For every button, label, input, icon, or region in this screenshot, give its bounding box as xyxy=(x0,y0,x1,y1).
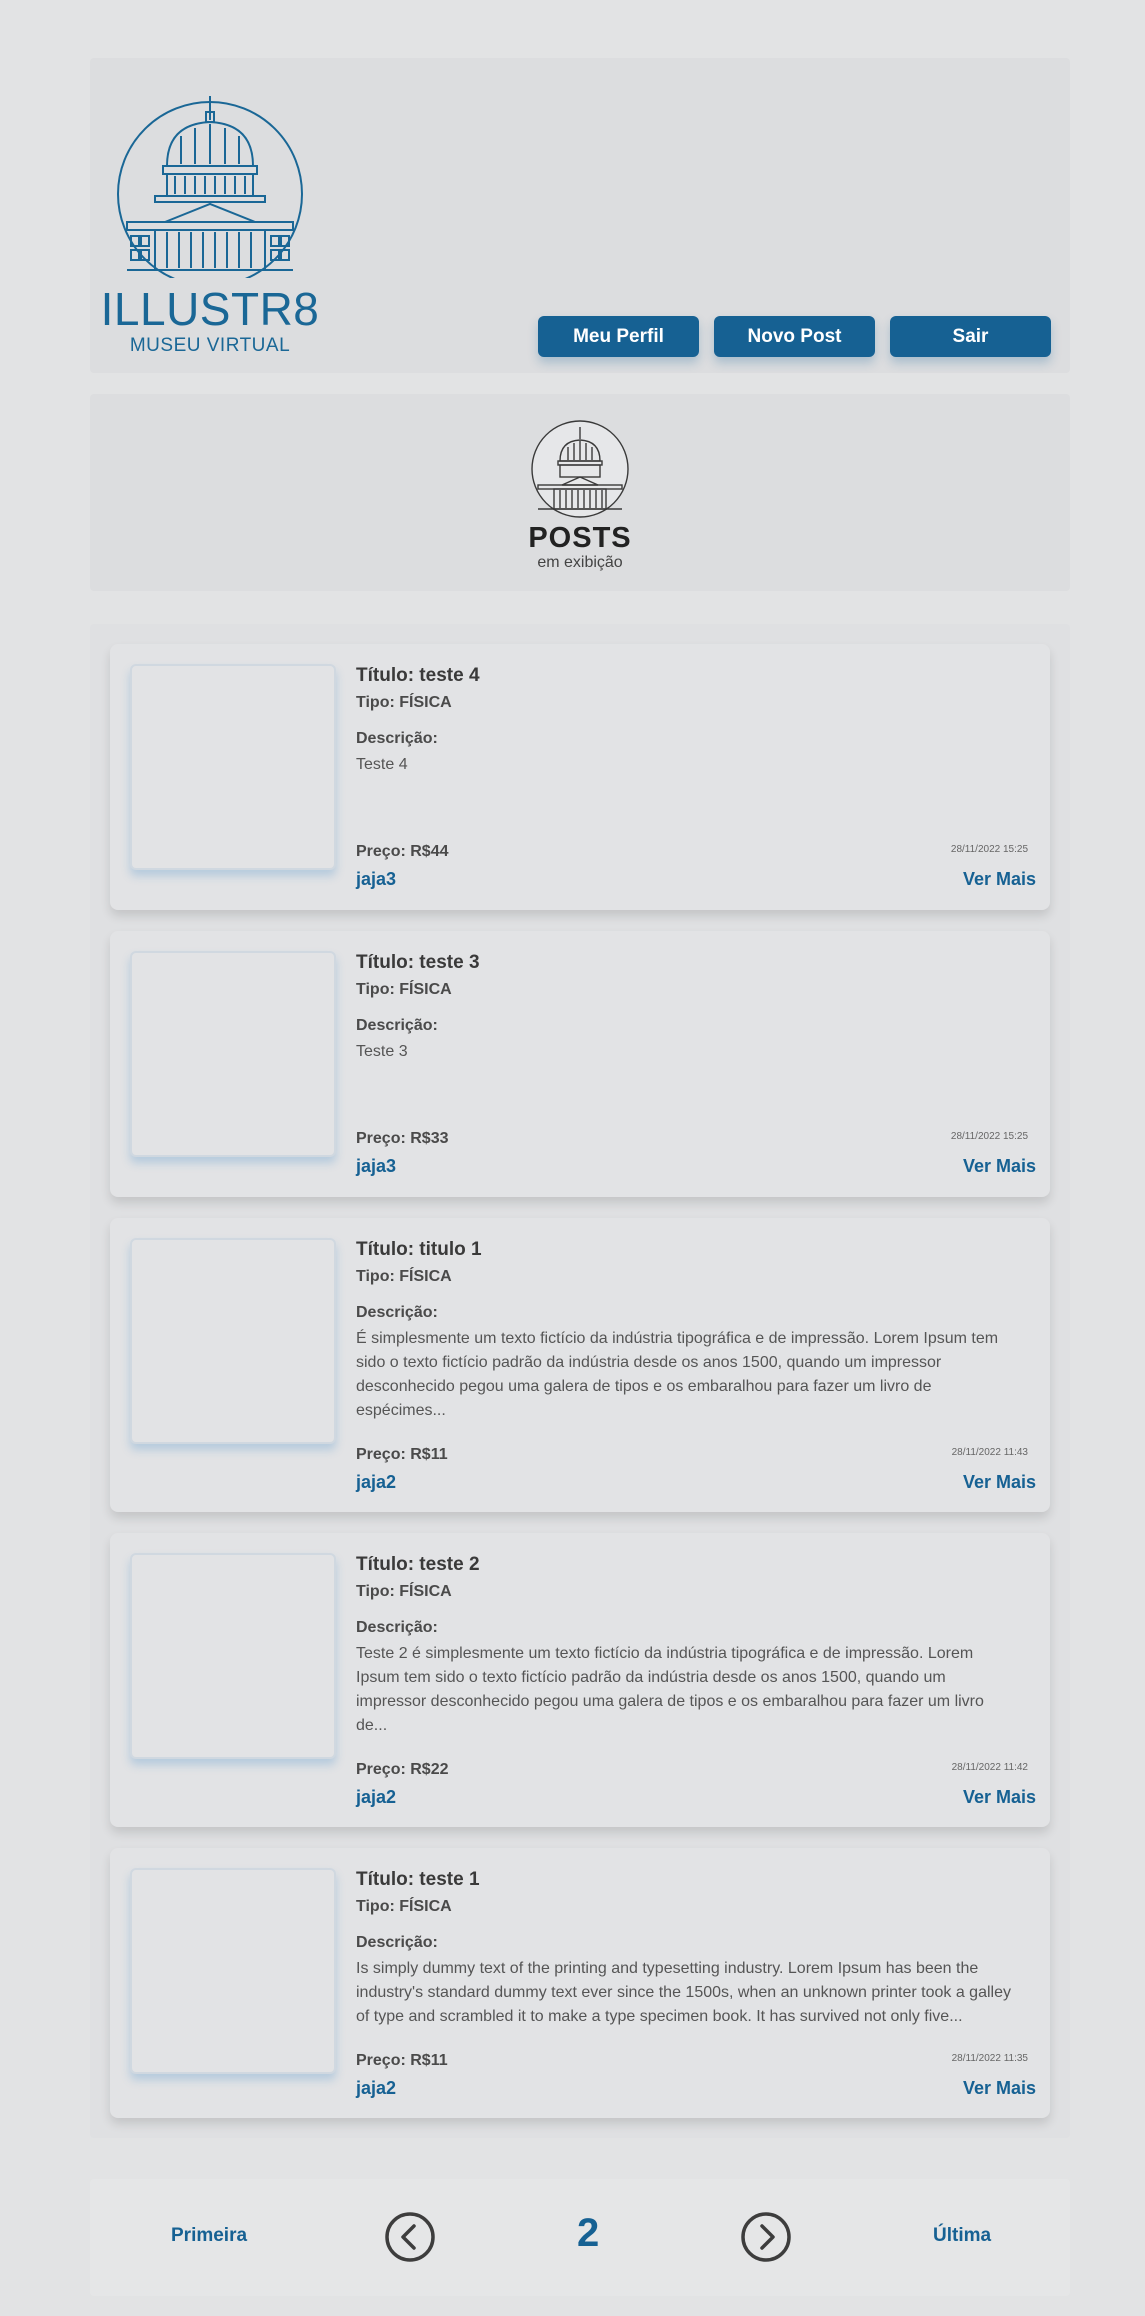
post-date: 28/11/2022 15:25 xyxy=(950,1131,1028,1142)
post-type: Tipo: FÍSICA xyxy=(356,981,452,998)
capitol-emblem-icon xyxy=(531,420,629,518)
new-post-button[interactable]: Novo Post xyxy=(714,316,875,357)
post-image[interactable] xyxy=(130,951,336,1157)
first-page-link[interactable]: Primeira xyxy=(171,2225,247,2247)
brand-name: ILLUSTR8 xyxy=(100,283,320,335)
posts-list: Título: teste 4 Tipo: FÍSICA Descrição: … xyxy=(90,624,1070,2138)
post-title: Título: titulo 1 xyxy=(356,1239,482,1260)
post-description: Teste 2 é simplesmente um texto fictício… xyxy=(356,1645,984,1734)
post-description: Teste 3 xyxy=(356,1043,408,1060)
post-date: 28/11/2022 11:35 xyxy=(951,2053,1028,2064)
post-price: Preço: R$11 xyxy=(356,1446,448,1463)
post-date: 28/11/2022 11:42 xyxy=(951,1762,1028,1773)
posts-banner: POSTS em exibição xyxy=(90,394,1070,591)
post-description: Teste 4 xyxy=(356,756,408,773)
post-card: Título: teste 4 Tipo: FÍSICA Descrição: … xyxy=(110,644,1050,910)
post-author-link[interactable]: jaja3 xyxy=(356,1156,396,1177)
chevron-left-icon[interactable] xyxy=(384,2211,436,2263)
post-author-link[interactable]: jaja2 xyxy=(356,1472,396,1493)
page-title: POSTS xyxy=(528,522,632,554)
post-image[interactable] xyxy=(130,1238,336,1444)
post-price: Preço: R$11 xyxy=(356,2052,448,2069)
post-image[interactable] xyxy=(130,664,336,870)
post-author-link[interactable]: jaja2 xyxy=(356,2078,396,2099)
see-more-link[interactable]: Ver Mais xyxy=(963,1156,1036,1177)
post-title: Título: teste 1 xyxy=(356,1869,480,1890)
post-description-label: Descrição: xyxy=(356,1934,438,1951)
see-more-link[interactable]: Ver Mais xyxy=(963,2078,1036,2099)
post-date: 28/11/2022 15:25 xyxy=(950,844,1028,855)
post-description: É simplesmente um texto fictício da indú… xyxy=(356,1330,999,1419)
post-description-label: Descrição: xyxy=(356,1619,438,1636)
post-card: Título: titulo 1 Tipo: FÍSICA Descrição:… xyxy=(110,1218,1050,1512)
post-title: Título: teste 4 xyxy=(356,665,480,686)
post-type: Tipo: FÍSICA xyxy=(356,1898,452,1915)
post-description-label: Descrição: xyxy=(356,1304,438,1321)
chevron-right-icon[interactable] xyxy=(740,2211,792,2263)
post-image[interactable] xyxy=(130,1868,336,2074)
see-more-link[interactable]: Ver Mais xyxy=(963,1472,1036,1493)
post-title: Título: teste 2 xyxy=(356,1554,480,1575)
last-page-link[interactable]: Última xyxy=(933,2225,991,2247)
post-price: Preço: R$22 xyxy=(356,1761,449,1778)
post-description: Is simply dummy text of the printing and… xyxy=(356,1960,1011,2025)
see-more-link[interactable]: Ver Mais xyxy=(963,1787,1036,1808)
capitol-logo-icon xyxy=(117,96,303,278)
post-author-link[interactable]: jaja3 xyxy=(356,869,396,890)
profile-button[interactable]: Meu Perfil xyxy=(538,316,699,357)
post-author-link[interactable]: jaja2 xyxy=(356,1787,396,1808)
post-type: Tipo: FÍSICA xyxy=(356,1583,452,1600)
post-card: Título: teste 2 Tipo: FÍSICA Descrição: … xyxy=(110,1533,1050,1827)
post-image[interactable] xyxy=(130,1553,336,1759)
logout-button[interactable]: Sair xyxy=(890,316,1051,357)
post-price: Preço: R$44 xyxy=(356,843,449,860)
see-more-link[interactable]: Ver Mais xyxy=(963,869,1036,890)
post-date: 28/11/2022 11:43 xyxy=(951,1447,1028,1458)
post-price: Preço: R$33 xyxy=(356,1130,449,1147)
header: ILLUSTR8 MUSEU VIRTUAL Meu Perfil Novo P… xyxy=(90,58,1070,373)
brand-subtitle: MUSEU VIRTUAL xyxy=(129,335,291,356)
post-card: Título: teste 1 Tipo: FÍSICA Descrição: … xyxy=(110,1848,1050,2118)
post-card: Título: teste 3 Tipo: FÍSICA Descrição: … xyxy=(110,931,1050,1197)
pagination: Primeira 2 Última xyxy=(90,2179,1070,2296)
post-description-label: Descrição: xyxy=(356,730,438,747)
page-subtitle: em exibição xyxy=(537,554,623,571)
post-description-label: Descrição: xyxy=(356,1017,438,1034)
post-type: Tipo: FÍSICA xyxy=(356,694,452,711)
post-title: Título: teste 3 xyxy=(356,952,480,973)
current-page: 2 xyxy=(577,2211,600,2255)
post-type: Tipo: FÍSICA xyxy=(356,1268,452,1285)
